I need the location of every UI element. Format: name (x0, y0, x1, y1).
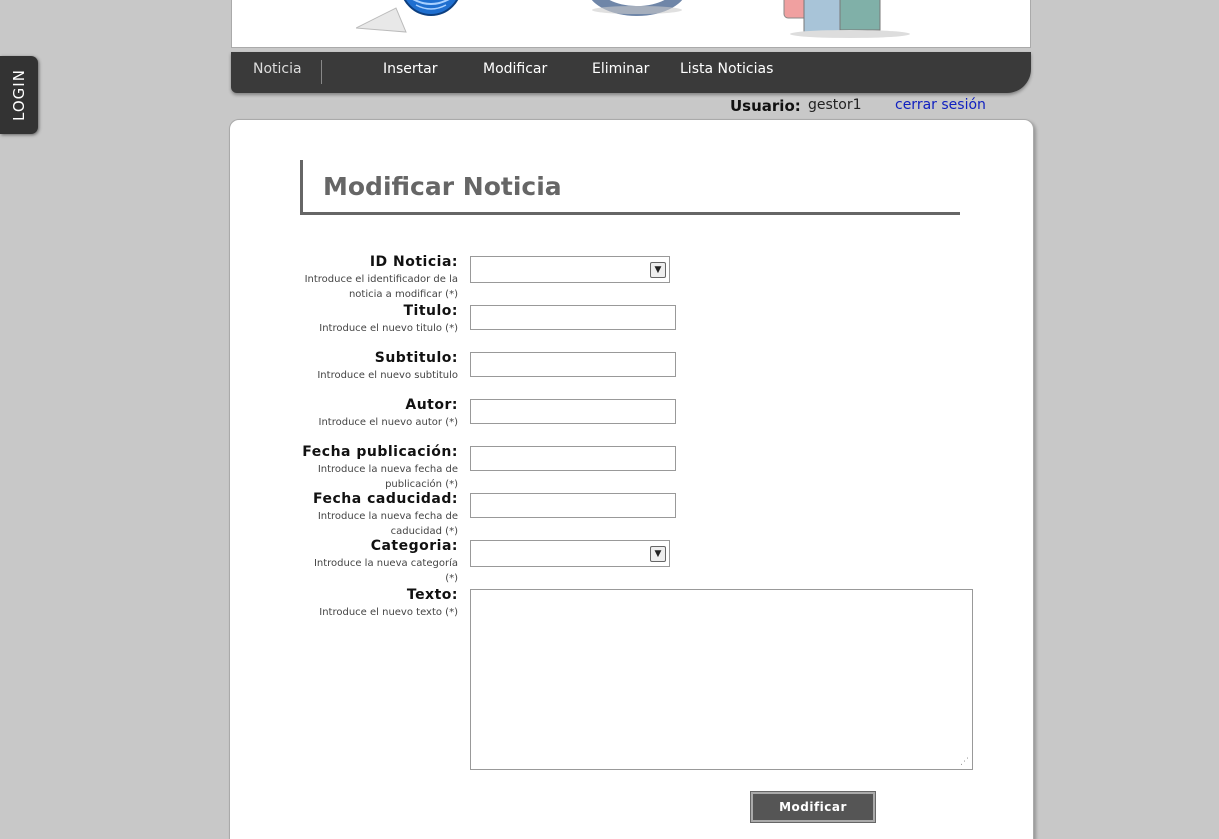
subtitulo-label: Subtitulo: (374, 350, 458, 366)
user-name: gestor1 (808, 97, 862, 113)
subtitulo-input[interactable] (470, 352, 676, 377)
logout-link[interactable]: cerrar sesión (895, 97, 986, 113)
modificar-button[interactable]: Modificar (750, 791, 876, 823)
books-icon (783, 0, 910, 38)
main-nav: Noticia Insertar Modificar Eliminar List… (231, 52, 1031, 93)
nav-item-insertar[interactable]: Insertar (383, 61, 438, 77)
nav-section-noticia[interactable]: Noticia (253, 61, 302, 77)
fecha-caducidad-input[interactable] (470, 493, 676, 518)
autor-help: Introduce el nuevo autor (*) (318, 417, 458, 428)
login-tab-label: LOGIN (10, 69, 28, 121)
nav-item-modificar[interactable]: Modificar (483, 61, 547, 77)
page: LOGIN Noticia Insertar Modificar Elimina… (0, 0, 1219, 839)
nav-item-lista-noticias[interactable]: Lista Noticias (680, 61, 773, 77)
texto-help: Introduce el nuevo texto (*) (319, 607, 458, 618)
subtitulo-help: Introduce el nuevo subtitulo (317, 370, 458, 381)
nav-item-eliminar[interactable]: Eliminar (592, 61, 649, 77)
user-label: Usuario: (730, 97, 801, 115)
fecha-caducidad-help: Introduce la nueva fecha de caducidad (*… (317, 511, 458, 537)
titulo-help: Introduce el nuevo titulo (*) (319, 323, 458, 334)
fecha-caducidad-label: Fecha caducidad: (313, 491, 458, 507)
titulo-input[interactable] (470, 305, 676, 330)
resize-grip-icon[interactable]: ⋰ (960, 757, 969, 767)
fecha-publicacion-label: Fecha publicación: (302, 444, 458, 460)
id-noticia-select[interactable]: ▼ (470, 256, 670, 283)
chevron-down-icon: ▼ (650, 262, 666, 278)
globe-icon (356, 0, 459, 33)
nav-separator (321, 60, 322, 84)
id-noticia-label: ID Noticia: (369, 254, 458, 270)
title-box: Modificar Noticia (300, 160, 960, 215)
texto-textarea[interactable]: ⋰ (470, 589, 973, 770)
fecha-publicacion-help: Introduce la nueva fecha de publicación … (317, 464, 458, 490)
autor-input[interactable] (470, 399, 676, 424)
texto-label: Texto: (406, 587, 458, 603)
id-noticia-help: Introduce el identificador de la noticia… (304, 274, 458, 300)
titulo-label: Titulo: (403, 303, 458, 319)
disc-icon (591, 0, 683, 16)
login-tab[interactable]: LOGIN (0, 56, 38, 134)
categoria-label: Categoria: (370, 538, 458, 554)
autor-label: Autor: (405, 397, 458, 413)
content-panel: Modificar Noticia ID Noticia: Introduce … (229, 119, 1034, 839)
page-title: Modificar Noticia (323, 172, 562, 201)
header-banner (231, 0, 1031, 48)
fecha-publicacion-input[interactable] (470, 446, 676, 471)
categoria-select[interactable]: ▼ (470, 540, 670, 567)
chevron-down-icon: ▼ (650, 546, 666, 562)
categoria-help: Introduce la nueva categoría (*) (313, 558, 458, 584)
